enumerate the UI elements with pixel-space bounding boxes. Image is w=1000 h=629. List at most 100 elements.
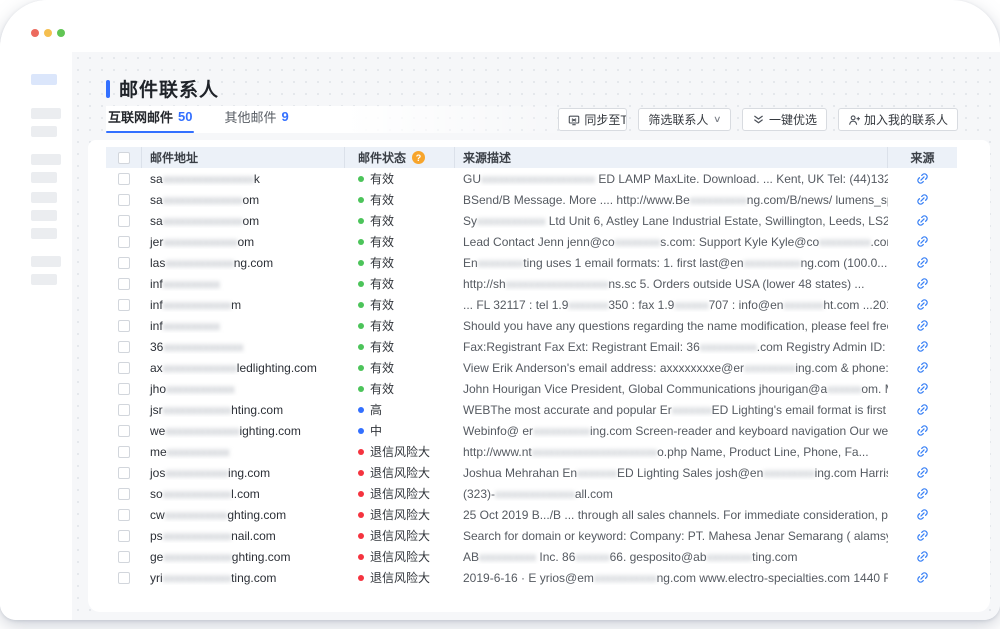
- table-row: axxxxxxxxxxxxxxledlighting.com有效View Eri…: [106, 357, 957, 378]
- source-link-button[interactable]: [916, 424, 929, 437]
- row-checkbox[interactable]: [118, 257, 130, 269]
- zoom-window-icon[interactable]: [57, 29, 65, 37]
- row-checkbox[interactable]: [118, 362, 130, 374]
- status-dot-icon: [358, 281, 364, 287]
- source-link-button[interactable]: [916, 277, 929, 290]
- email-status: 有效: [345, 275, 455, 292]
- source-link-icon: [913, 316, 931, 334]
- filter-contacts-button[interactable]: 筛选联系人 ∨: [638, 108, 731, 131]
- table-row: infxxxxxxxxxx有效http://shxxxxxxxxxxxxxxxx…: [106, 273, 957, 294]
- source-description: Webinfo@ erxxxxxxxxxxing.com Screen-read…: [455, 424, 888, 438]
- source-link-button[interactable]: [916, 361, 929, 374]
- email-address: infxxxxxxxxxx: [142, 319, 345, 333]
- source-link-button[interactable]: [916, 445, 929, 458]
- status-dot-icon: [358, 449, 364, 455]
- tabs-toolbar-row: 互联网邮件 50 其他邮件 9 同步至T: [106, 106, 958, 133]
- table-row: mexxxxxxxxxxx退信风险大http://www.ntxxxxxxxxx…: [106, 441, 957, 462]
- source-link-button[interactable]: [916, 403, 929, 416]
- source-link-icon: [913, 295, 931, 313]
- source-link-button[interactable]: [916, 298, 929, 311]
- close-window-icon[interactable]: [31, 29, 39, 37]
- tab-internet-mail[interactable]: 互联网邮件 50: [106, 103, 194, 133]
- email-address: infxxxxxxxxxx: [142, 277, 345, 291]
- row-checkbox[interactable]: [118, 425, 130, 437]
- source-link-button[interactable]: [916, 256, 929, 269]
- row-checkbox[interactable]: [118, 467, 130, 479]
- source-description: Search for domain or keyword: Company: P…: [455, 529, 888, 543]
- source-link-button[interactable]: [916, 235, 929, 248]
- person-add-icon: [848, 114, 860, 126]
- email-address: psxxxxxxxxxxxxnail.com: [142, 529, 345, 543]
- source-link-button[interactable]: [916, 340, 929, 353]
- email-status: 有效: [345, 296, 455, 313]
- source-link-button[interactable]: [916, 550, 929, 563]
- row-checkbox[interactable]: [118, 299, 130, 311]
- row-checkbox[interactable]: [118, 173, 130, 185]
- source-link-icon: [913, 379, 931, 397]
- row-checkbox[interactable]: [118, 572, 130, 584]
- source-description: Fax:Registrant Fax Ext: Registrant Email…: [455, 340, 888, 354]
- source-link-button[interactable]: [916, 214, 929, 227]
- source-link-button[interactable]: [916, 382, 929, 395]
- table-row: 36xxxxxxxxxxxxxx有效Fax:Registrant Fax Ext…: [106, 336, 957, 357]
- row-checkbox[interactable]: [118, 488, 130, 500]
- source-link-button[interactable]: [916, 487, 929, 500]
- row-checkbox[interactable]: [118, 341, 130, 353]
- status-dot-icon: [358, 239, 364, 245]
- email-status: 有效: [345, 170, 455, 187]
- email-status: 退信风险大: [345, 443, 455, 460]
- email-status: 有效: [345, 380, 455, 397]
- source-link-icon: [913, 190, 931, 208]
- row-checkbox[interactable]: [118, 383, 130, 395]
- filter-button-label: 筛选联系人: [648, 111, 708, 128]
- source-link-button[interactable]: [916, 193, 929, 206]
- sidebar-skeleton-item: [31, 210, 57, 221]
- table-row: jhoxxxxxxxxxxxx有效John Hourigan Vice Pres…: [106, 378, 957, 399]
- header-email: 邮件地址: [142, 147, 345, 168]
- source-description: Enxxxxxxxxting uses 1 email formats: 1. …: [455, 256, 888, 270]
- table-row: soxxxxxxxxxxxxl.com退信风险大(323)-xxxxxxxxxx…: [106, 483, 957, 504]
- source-link-button[interactable]: [916, 466, 929, 479]
- row-checkbox[interactable]: [118, 530, 130, 542]
- email-status: 有效: [345, 212, 455, 229]
- email-status: 退信风险大: [345, 569, 455, 586]
- email-address: saxxxxxxxxxxxxxxxxk: [142, 172, 345, 186]
- select-all-checkbox[interactable]: [118, 152, 130, 164]
- minimize-window-icon[interactable]: [44, 29, 52, 37]
- row-checkbox[interactable]: [118, 446, 130, 458]
- email-address: jerxxxxxxxxxxxxxom: [142, 235, 345, 249]
- tabs: 互联网邮件 50 其他邮件 9: [106, 106, 291, 133]
- source-description: View Erik Anderson's email address: axxx…: [455, 361, 888, 375]
- table-row: infxxxxxxxxxxxxm有效... FL 32117 : tel 1.9…: [106, 294, 957, 315]
- source-link-icon: [913, 568, 931, 586]
- source-link-button[interactable]: [916, 172, 929, 185]
- add-button-label: 加入我的联系人: [864, 111, 948, 128]
- row-checkbox[interactable]: [118, 551, 130, 563]
- table-row: cwxxxxxxxxxxxghting.com退信风险大25 Oct 2019 …: [106, 504, 957, 525]
- source-link-icon: [913, 169, 931, 187]
- email-status: 退信风险大: [345, 527, 455, 544]
- email-status: 高: [345, 401, 455, 418]
- sidebar-skeleton-item: [31, 172, 57, 183]
- email-address: yrixxxxxxxxxxxxting.com: [142, 571, 345, 585]
- source-link-button[interactable]: [916, 571, 929, 584]
- row-checkbox[interactable]: [118, 404, 130, 416]
- row-checkbox[interactable]: [118, 215, 130, 227]
- source-link-button[interactable]: [916, 319, 929, 332]
- email-status: 有效: [345, 254, 455, 271]
- sidebar: [0, 0, 72, 620]
- source-link-button[interactable]: [916, 508, 929, 521]
- row-checkbox[interactable]: [118, 278, 130, 290]
- row-checkbox[interactable]: [118, 194, 130, 206]
- tab-other-mail[interactable]: 其他邮件 9: [222, 103, 290, 133]
- sync-button[interactable]: 同步至T: [558, 108, 627, 131]
- row-checkbox[interactable]: [118, 320, 130, 332]
- row-checkbox[interactable]: [118, 236, 130, 248]
- table-row: lasxxxxxxxxxxxxng.com有效Enxxxxxxxxting us…: [106, 252, 957, 273]
- status-help-icon[interactable]: ?: [412, 151, 425, 164]
- source-link-button[interactable]: [916, 529, 929, 542]
- add-to-my-contacts-button[interactable]: 加入我的联系人: [838, 108, 958, 131]
- source-description: 2019-6-16 · E yrios@emxxxxxxxxxxxng.com …: [455, 571, 888, 585]
- one-click-optimize-button[interactable]: 一键优选: [742, 108, 827, 131]
- row-checkbox[interactable]: [118, 509, 130, 521]
